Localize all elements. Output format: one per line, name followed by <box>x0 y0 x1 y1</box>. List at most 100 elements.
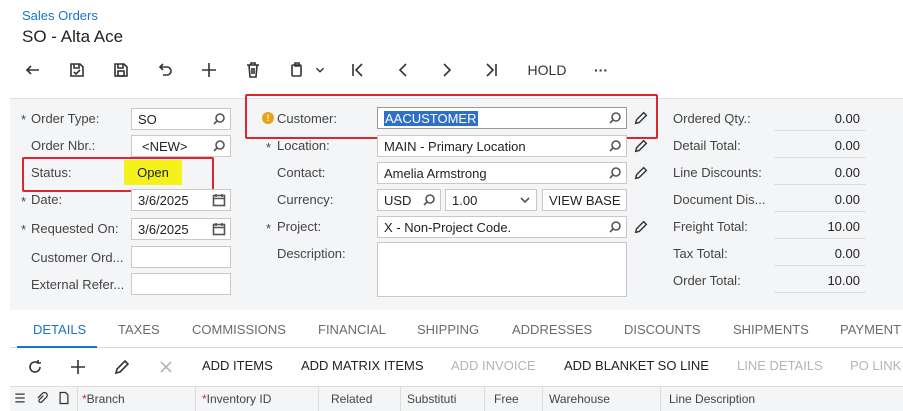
next-record-icon[interactable] <box>436 58 458 82</box>
calendar-icon[interactable] <box>212 222 226 236</box>
add-invoice-button[interactable]: ADD INVOICE <box>451 358 536 373</box>
column-separator <box>660 386 661 411</box>
column-separator <box>77 386 78 411</box>
page-title: SO - Alta Ace <box>22 27 124 46</box>
tab-shipments[interactable]: SHIPMENTS <box>733 322 809 337</box>
chevron-down-icon[interactable] <box>312 58 328 82</box>
tax-total-value: 0.00 <box>774 246 866 266</box>
tab-details[interactable]: DETAILS <box>33 322 86 337</box>
tab-shipping[interactable]: SHIPPING <box>417 322 479 337</box>
tab-addresses[interactable]: ADDRESSES <box>512 322 592 337</box>
search-icon[interactable] <box>608 139 622 153</box>
external-ref-label: External Refer... <box>31 277 125 292</box>
edit-contact-icon[interactable] <box>633 165 649 186</box>
customer-label: Customer: <box>277 111 337 126</box>
save-and-close-icon[interactable] <box>66 58 88 82</box>
document-discounts-label: Document Dis... <box>673 192 766 207</box>
add-matrix-items-button[interactable]: ADD MATRIX ITEMS <box>301 358 424 373</box>
delete-row-icon[interactable] <box>157 358 175 381</box>
freight-total-label: Freight Total: <box>673 219 748 234</box>
detail-total-value: 0.00 <box>774 138 866 158</box>
first-record-icon[interactable] <box>347 58 369 82</box>
save-icon[interactable] <box>110 58 132 82</box>
document-discounts-value: 0.00 <box>774 192 866 212</box>
order-nbr-label: Order Nbr.: <box>31 138 96 153</box>
copy-paste-icon[interactable] <box>286 58 308 82</box>
customer-field[interactable]: AACUSTOMER <box>377 107 627 129</box>
description-textarea[interactable] <box>377 242 627 297</box>
customer-order-field[interactable] <box>131 246 231 268</box>
more-actions-button[interactable]: ··· <box>588 58 614 82</box>
order-nbr-field[interactable]: <NEW> <box>131 135 231 157</box>
add-icon[interactable] <box>198 58 220 82</box>
column-separator <box>542 386 543 411</box>
line-details-button[interactable]: LINE DETAILS <box>737 358 823 373</box>
location-field[interactable]: MAIN - Primary Location <box>377 135 627 157</box>
attachment-icon[interactable] <box>34 391 48 410</box>
search-icon[interactable] <box>608 111 622 125</box>
search-icon[interactable] <box>212 112 226 126</box>
edit-row-icon[interactable] <box>113 358 131 381</box>
view-base-button[interactable]: VIEW BASE <box>542 189 627 211</box>
detail-total-label: Detail Total: <box>673 138 741 153</box>
order-type-field[interactable]: SO <box>131 108 231 130</box>
ordered-qty-label: Ordered Qty.: <box>673 111 751 126</box>
freight-total-value: 10.00 <box>774 219 866 239</box>
last-record-icon[interactable] <box>480 58 502 82</box>
required-mark: * <box>266 140 272 155</box>
delete-icon[interactable] <box>242 58 264 82</box>
edit-project-icon[interactable] <box>633 219 649 240</box>
ordered-qty-value: 0.00 <box>774 111 866 131</box>
search-icon[interactable] <box>212 139 226 153</box>
external-ref-field[interactable] <box>131 273 231 295</box>
date-field[interactable]: 3/6/2025 <box>131 189 231 211</box>
tab-taxes[interactable]: TAXES <box>118 322 160 337</box>
back-icon[interactable] <box>22 58 44 82</box>
line-discounts-label: Line Discounts: <box>673 165 762 180</box>
column-inventory-id[interactable]: *Inventory ID <box>202 392 271 406</box>
add-items-button[interactable]: ADD ITEMS <box>202 358 273 373</box>
previous-record-icon[interactable] <box>392 58 414 82</box>
tab-discounts[interactable]: DISCOUNTS <box>624 322 701 337</box>
column-separator <box>484 386 485 411</box>
search-icon[interactable] <box>608 220 622 234</box>
tab-financial[interactable]: FINANCIAL <box>318 322 386 337</box>
column-line-description[interactable]: Line Description <box>669 392 755 406</box>
currency-label: Currency: <box>277 192 334 207</box>
add-blanket-so-line-button[interactable]: ADD BLANKET SO LINE <box>564 358 709 373</box>
date-label: Date: <box>31 192 63 207</box>
currency-field[interactable]: USD <box>377 189 441 211</box>
search-icon[interactable] <box>422 193 436 207</box>
column-free[interactable]: Free <box>494 392 519 406</box>
currency-rate-select[interactable]: 1.00 <box>445 189 537 211</box>
add-row-icon[interactable] <box>69 358 87 381</box>
hold-button[interactable]: HOLD <box>524 58 570 82</box>
requested-on-label: Requested On: <box>31 221 119 236</box>
customer-order-label: Customer Ord... <box>31 250 124 265</box>
tab-payment[interactable]: PAYMENT <box>840 322 901 337</box>
edit-location-icon[interactable] <box>633 138 649 159</box>
column-related[interactable]: Related <box>331 392 372 406</box>
breadcrumb[interactable]: Sales Orders <box>22 8 98 23</box>
calendar-icon[interactable] <box>212 193 226 207</box>
location-label: Location: <box>277 138 330 153</box>
note-icon[interactable] <box>57 391 71 410</box>
contact-field[interactable]: Amelia Armstrong <box>377 162 627 184</box>
chevron-down-icon[interactable] <box>518 193 532 207</box>
refresh-icon[interactable] <box>26 358 44 381</box>
contact-label: Contact: <box>277 165 326 180</box>
column-branch[interactable]: *Branch <box>82 392 125 406</box>
order-type-label: Order Type: <box>31 111 100 126</box>
tab-commissions[interactable]: COMMISSIONS <box>192 322 286 337</box>
project-field[interactable]: X - Non-Project Code. <box>377 216 627 238</box>
search-icon[interactable] <box>608 166 622 180</box>
required-mark: * <box>21 112 27 127</box>
undo-icon[interactable] <box>154 58 176 82</box>
row-selector-icon[interactable] <box>13 391 27 410</box>
column-warehouse[interactable]: Warehouse <box>549 392 610 406</box>
edit-customer-icon[interactable] <box>633 110 649 131</box>
requested-on-field[interactable]: 3/6/2025 <box>131 218 231 240</box>
po-link-button[interactable]: PO LINK <box>850 358 901 373</box>
line-discounts-value: 0.00 <box>774 165 866 185</box>
column-substitution[interactable]: Substituti <box>407 392 456 406</box>
